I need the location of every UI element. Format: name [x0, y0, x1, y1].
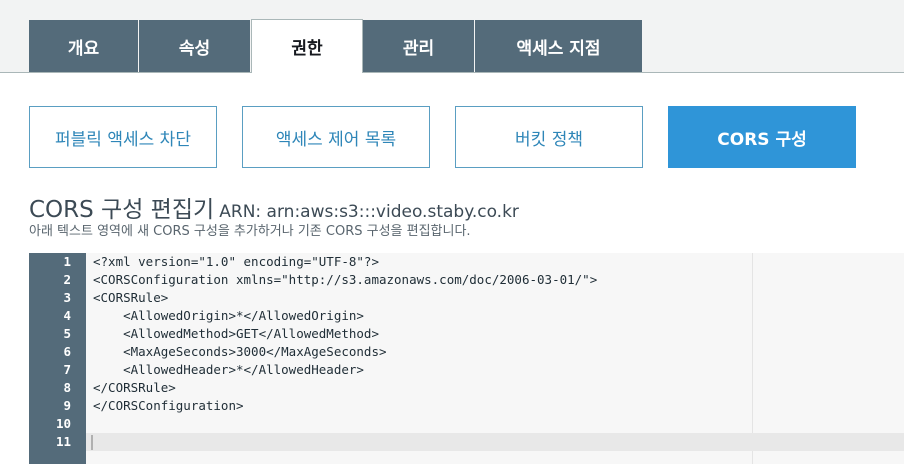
code-line[interactable]: <AllowedHeader>*</AllowedHeader>: [93, 361, 364, 379]
sub-tab-access-control-list[interactable]: 액세스 제어 목록: [242, 106, 430, 168]
code-line[interactable]: <AllowedOrigin>*</AllowedOrigin>: [93, 307, 364, 325]
sub-tab-block-public-access[interactable]: 퍼블릭 액세스 차단: [29, 106, 217, 168]
code-line[interactable]: <?xml version="1.0" encoding="UTF-8"?>: [93, 253, 379, 271]
line-number: 5: [63, 326, 71, 341]
cors-code-editor[interactable]: 1 2 3 4 5 6 7 8 9 10 11 <?xml version="1…: [29, 253, 904, 464]
code-line[interactable]: <MaxAgeSeconds>3000</MaxAgeSeconds>: [93, 343, 386, 361]
line-number: 8: [63, 380, 71, 395]
editor-title: CORS 구성 편집기 ARN: arn:aws:s3:::video.stab…: [29, 190, 519, 224]
line-number-gutter: 1 2 3 4 5 6 7 8 9 10 11: [29, 253, 86, 464]
tab-overview[interactable]: 개요: [29, 20, 139, 72]
tab-management[interactable]: 관리: [363, 20, 475, 72]
top-tab-bar: 개요 속성 권한 관리 액세스 지점: [29, 19, 643, 73]
code-line[interactable]: </CORSRule>: [93, 379, 176, 397]
line-number: 6: [63, 344, 71, 359]
text-cursor: [91, 435, 93, 450]
code-line[interactable]: <CORSConfiguration xmlns="http://s3.amaz…: [93, 271, 597, 289]
tab-properties[interactable]: 속성: [139, 20, 251, 72]
code-line[interactable]: <AllowedMethod>GET</AllowedMethod>: [93, 325, 379, 343]
code-line[interactable]: <CORSRule>: [93, 289, 168, 307]
sub-tab-bucket-policy[interactable]: 버킷 정책: [455, 106, 643, 168]
active-line-highlight: [86, 433, 904, 451]
code-line[interactable]: </CORSConfiguration>: [93, 397, 244, 415]
sub-tab-cors-configuration[interactable]: CORS 구성: [668, 106, 856, 168]
line-number: 9: [63, 398, 71, 413]
bucket-arn: ARN: arn:aws:s3:::video.staby.co.kr: [219, 202, 519, 222]
tab-access-points[interactable]: 액세스 지점: [475, 20, 643, 72]
tab-permissions[interactable]: 권한: [251, 19, 363, 73]
line-number: 2: [63, 272, 71, 287]
line-number: 4: [63, 308, 71, 323]
editor-description: 아래 텍스트 영역에 새 CORS 구성을 추가하거나 기존 CORS 구성을 …: [29, 224, 471, 239]
line-number: 1: [63, 254, 71, 269]
permission-sub-tabs: 퍼블릭 액세스 차단 액세스 제어 목록 버킷 정책 CORS 구성: [29, 106, 881, 168]
line-number: 10: [55, 416, 71, 431]
line-number: 3: [63, 290, 71, 305]
tab-divider: [0, 72, 904, 73]
line-number: 7: [63, 362, 71, 377]
line-number: 11: [55, 434, 71, 449]
